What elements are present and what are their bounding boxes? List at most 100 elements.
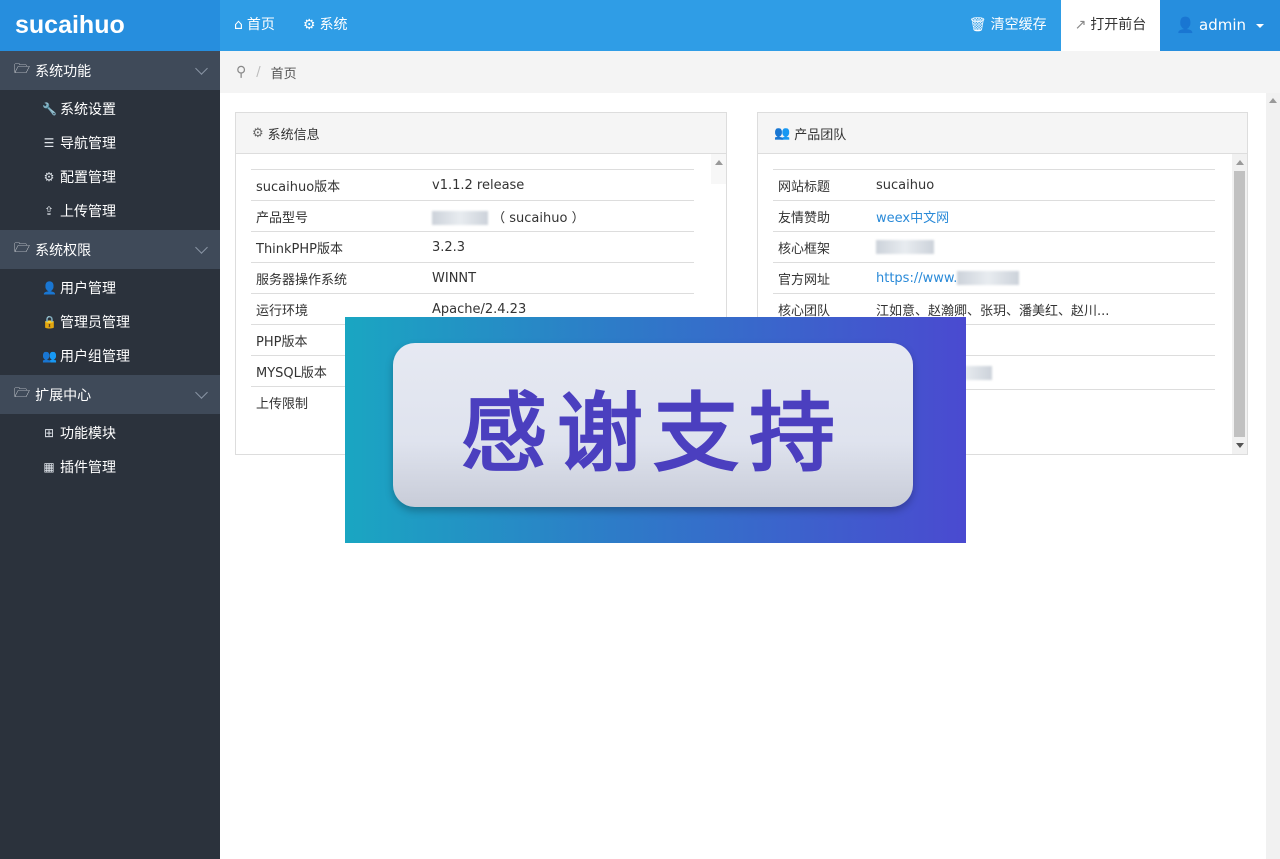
- top-bar: sucaihuo ⌂ 首页 ⚙ 系统 🗑 清空缓存 ↗ 打开前台 👤 admin: [0, 0, 1280, 51]
- breadcrumb-current[interactable]: 首页: [271, 63, 297, 82]
- row-value: v1.1.2 release: [427, 169, 694, 201]
- cogs-icon: ⚙: [43, 170, 55, 184]
- thanks-banner-text: 感谢支持: [461, 383, 845, 484]
- scroll-down-icon[interactable]: [1236, 443, 1244, 448]
- grid-icon: ⊞: [43, 426, 55, 440]
- brand-logo[interactable]: sucaihuo: [0, 0, 220, 51]
- table-row: sucaihuo版本 v1.1.2 release: [251, 169, 694, 201]
- gear-icon: ⚙: [302, 17, 316, 33]
- sidebar-item-plugins[interactable]: ▦ 插件管理: [0, 450, 220, 484]
- topnav-system[interactable]: ⚙ 系统: [289, 0, 362, 51]
- top-right-nav: 🗑 清空缓存 ↗ 打开前台 👤 admin: [955, 0, 1280, 51]
- table-row: ThinkPHP版本 3.2.3: [251, 231, 694, 263]
- apps-icon: ▦: [43, 460, 55, 474]
- scrollbar-thumb[interactable]: [1234, 171, 1245, 437]
- thanks-banner: 感谢支持: [345, 317, 966, 543]
- chevron-down-icon: [195, 62, 208, 75]
- row-value: （ sucaihuo ）: [427, 200, 694, 232]
- topnav-system-label: 系统: [319, 17, 348, 33]
- row-value: sucaihuo: [871, 169, 1215, 201]
- scroll-up-icon[interactable]: [1269, 98, 1277, 103]
- sidebar-item-label: 用户管理: [60, 281, 116, 297]
- open-frontend-button[interactable]: ↗ 打开前台: [1060, 0, 1161, 51]
- sidebar-group-extensions[interactable]: 🗁 扩展中心: [0, 375, 220, 414]
- breadcrumb: ⚲ / 首页: [220, 51, 1280, 93]
- clear-cache-label: 清空缓存: [990, 17, 1047, 33]
- panel-header: 👥 产品团队: [758, 113, 1247, 154]
- trash-icon: 🗑: [968, 17, 987, 33]
- topnav-home[interactable]: ⌂ 首页: [220, 0, 289, 51]
- panel-title: 产品团队: [794, 127, 847, 143]
- panel-title: 系统信息: [267, 127, 320, 143]
- sidebar-group-system-permissions[interactable]: 🗁 系统权限: [0, 230, 220, 269]
- chevron-down-icon: [195, 386, 208, 399]
- clear-cache-button[interactable]: 🗑 清空缓存: [955, 0, 1061, 51]
- wrench-icon: 🔧: [42, 102, 57, 116]
- thanks-banner-inner: 感谢支持: [393, 343, 913, 507]
- row-key: 官方网址: [773, 262, 871, 294]
- table-row: 友情赞助 weex中文网: [773, 200, 1215, 232]
- scroll-up-icon[interactable]: [1236, 160, 1244, 165]
- row-key: 友情赞助: [773, 200, 871, 232]
- sidebar-item-user-management[interactable]: 👤 用户管理: [0, 271, 220, 305]
- row-key: ThinkPHP版本: [251, 231, 427, 263]
- page-scrollbar[interactable]: [1266, 93, 1280, 859]
- sponsor-link[interactable]: weex中文网: [876, 211, 949, 226]
- sidebar: 🗁 系统功能 🔧 系统设置 ☰ 导航管理 ⚙ 配置管理 ⇪ 上传管理 🗁 系统权限 👤 用…: [0, 51, 220, 859]
- sidebar-item-system-settings[interactable]: 🔧 系统设置: [0, 92, 220, 126]
- sidebar-group-label: 系统权限: [35, 242, 92, 259]
- folder-open-icon: 🗁: [14, 385, 31, 401]
- topnav-home-label: 首页: [246, 17, 275, 33]
- panel-scrollbar[interactable]: [1232, 154, 1247, 454]
- team-icon: 👥: [774, 125, 791, 141]
- sidebar-item-label: 管理员管理: [60, 315, 130, 331]
- sidebar-group-system-functions[interactable]: 🗁 系统功能: [0, 51, 220, 90]
- lock-icon: 🔒: [42, 315, 57, 329]
- redacted-text: [432, 211, 488, 225]
- sidebar-item-label: 用户组管理: [60, 349, 130, 365]
- menu-icon: ☰: [43, 136, 55, 150]
- table-row: 产品型号 （ sucaihuo ）: [251, 200, 694, 232]
- row-value: WINNT: [427, 262, 694, 294]
- folder-open-icon: 🗁: [14, 61, 31, 77]
- sidebar-item-label: 功能模块: [60, 426, 116, 442]
- home-icon: ⌂: [234, 17, 243, 33]
- row-key: 核心框架: [773, 231, 871, 263]
- user-menu[interactable]: 👤 admin: [1160, 0, 1280, 51]
- panel-header: ⚙ 系统信息: [236, 113, 726, 154]
- sidebar-item-user-group-management[interactable]: 👥 用户组管理: [0, 339, 220, 373]
- row-value-text: （ sucaihuo ）: [492, 210, 585, 226]
- folder-open-icon: 🗁: [14, 240, 31, 256]
- redacted-text: [876, 240, 934, 254]
- row-value: https://www.: [871, 262, 1215, 294]
- sidebar-item-modules[interactable]: ⊞ 功能模块: [0, 416, 220, 450]
- scroll-up-icon[interactable]: [715, 160, 723, 165]
- chevron-down-icon: [195, 241, 208, 254]
- user-name: admin: [1199, 16, 1246, 34]
- sidebar-item-label: 配置管理: [60, 170, 116, 186]
- row-key: sucaihuo版本: [251, 169, 427, 201]
- sidebar-item-label: 系统设置: [60, 102, 116, 118]
- table-row: 核心框架: [773, 231, 1215, 263]
- table-row: 网站标题 sucaihuo: [773, 169, 1215, 201]
- official-site-link[interactable]: https://www.: [876, 271, 957, 286]
- row-key: 网站标题: [773, 169, 871, 201]
- sidebar-item-nav-management[interactable]: ☰ 导航管理: [0, 126, 220, 160]
- panel-scrollbar[interactable]: [711, 154, 726, 184]
- sidebar-item-admin-management[interactable]: 🔒 管理员管理: [0, 305, 220, 339]
- chevron-down-icon: [1256, 23, 1264, 28]
- sidebar-item-config-management[interactable]: ⚙ 配置管理: [0, 160, 220, 194]
- row-value: [871, 231, 1215, 263]
- location-pin-icon: ⚲: [236, 64, 247, 80]
- external-link-icon: ↗: [1074, 17, 1087, 33]
- table-row: 官方网址 https://www.: [773, 262, 1215, 294]
- user-icon: 👤: [1176, 16, 1195, 34]
- row-key: 产品型号: [251, 200, 427, 232]
- row-key: 服务器操作系统: [251, 262, 427, 294]
- open-frontend-label: 打开前台: [1090, 17, 1147, 33]
- redacted-text: [957, 271, 1020, 285]
- sidebar-item-upload-management[interactable]: ⇪ 上传管理: [0, 194, 220, 228]
- user-icon: 👤: [42, 281, 57, 295]
- table-row: 服务器操作系统 WINNT: [251, 262, 694, 294]
- sidebar-item-label: 插件管理: [60, 460, 116, 476]
